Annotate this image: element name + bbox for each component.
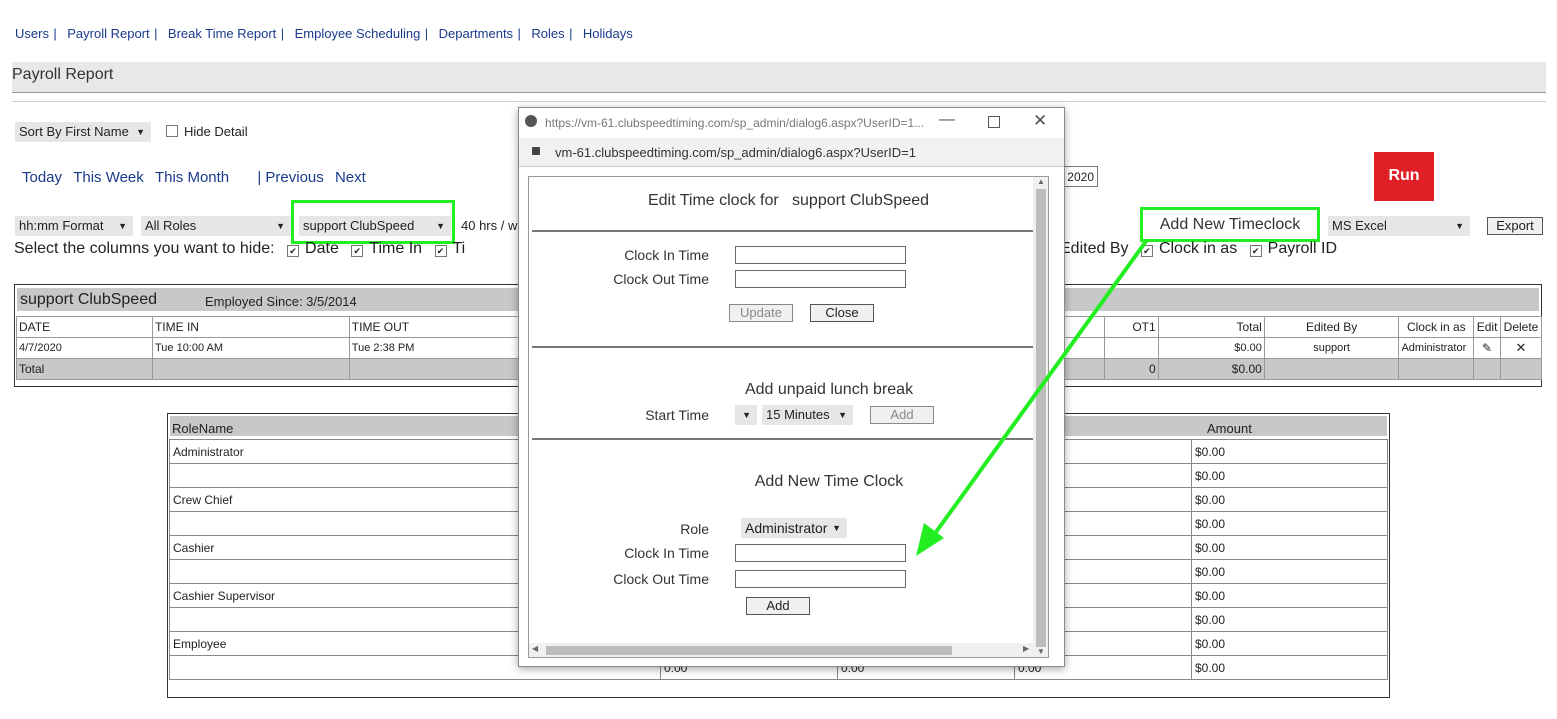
annotation-arrow-line [934, 238, 1149, 534]
annotation-arrow [916, 238, 1149, 556]
